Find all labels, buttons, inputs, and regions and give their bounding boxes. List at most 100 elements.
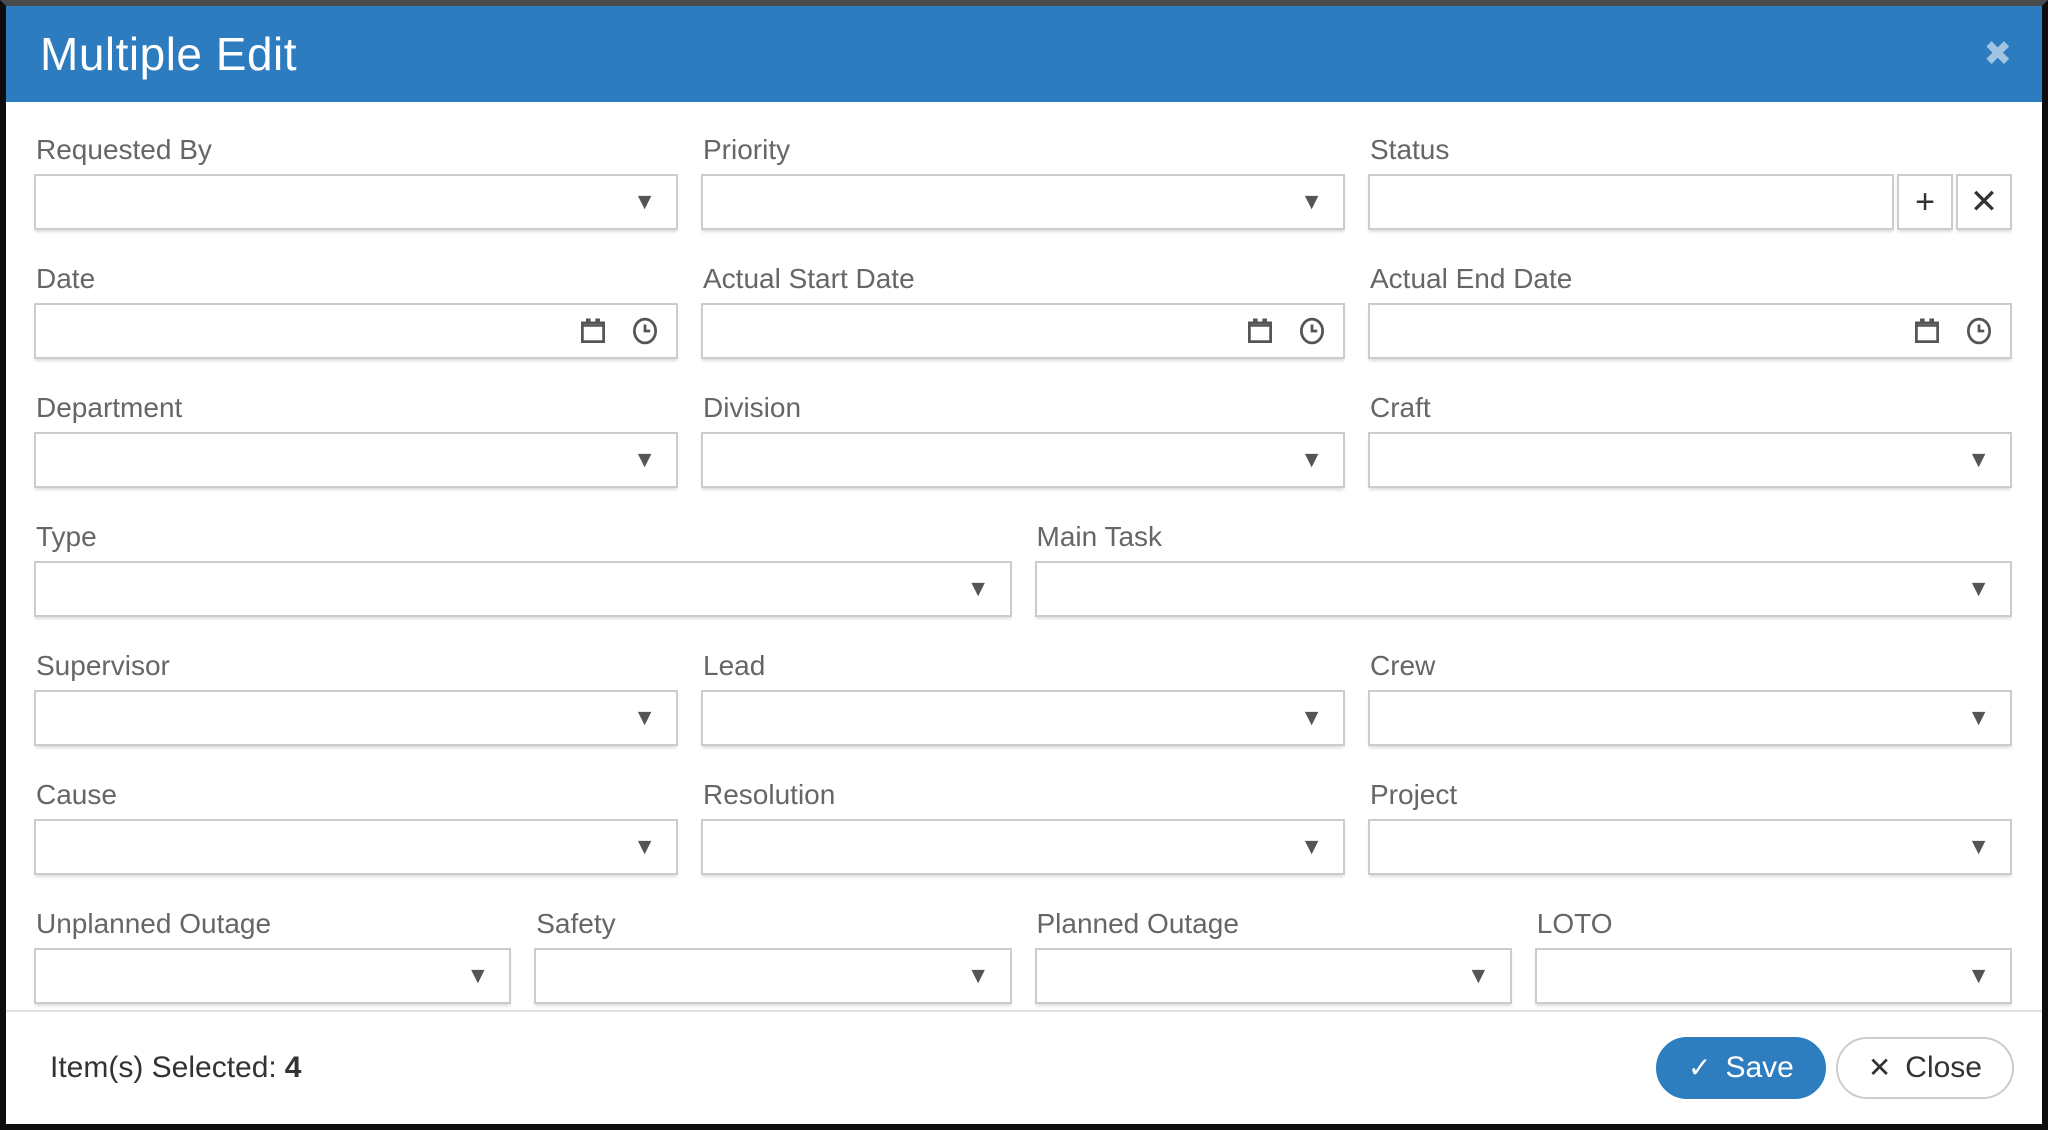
clock-icon[interactable] [1964,316,1994,346]
lead-label: Lead [703,650,766,681]
field-crew: Crew ▼ [1368,650,2012,746]
field-actual-start-date: Actual Start Date [701,263,1345,359]
lead-dropdown[interactable]: ▼ [701,690,1345,746]
dialog-header: Multiple Edit ✖ [6,6,2042,102]
requested-by-label: Requested By [36,134,212,165]
chevron-down-icon: ▼ [466,962,490,989]
field-main-task: Main Task ▼ [1034,521,2012,617]
crew-dropdown[interactable]: ▼ [1368,690,2012,746]
status-label: Status [1370,134,1450,165]
clock-icon[interactable] [630,316,660,346]
calendar-icon[interactable] [1912,316,1942,346]
cause-dropdown[interactable]: ▼ [34,819,678,875]
save-button-label: Save [1725,1051,1794,1084]
priority-label: Priority [703,134,791,165]
actual-start-date-label: Actual Start Date [703,263,915,294]
clock-icon[interactable] [1297,316,1327,346]
resolution-dropdown[interactable]: ▼ [701,819,1345,875]
chevron-down-icon: ▼ [633,704,656,731]
supervisor-dropdown[interactable]: ▼ [34,690,678,746]
loto-label: LOTO [1536,908,1613,939]
cause-label: Cause [36,779,117,810]
loto-dropdown[interactable]: ▼ [1534,948,2012,1004]
field-craft: Craft ▼ [1368,392,2012,488]
check-icon: ✓ [1687,1052,1712,1083]
field-date: Date [34,263,678,359]
field-safety: Safety ▼ [534,908,1012,1004]
supervisor-label: Supervisor [36,650,170,681]
field-requested-by: Requested By ▼ [34,134,678,230]
field-type: Type ▼ [34,521,1012,617]
plus-icon: + [1915,183,1935,221]
chevron-down-icon: ▼ [1300,188,1323,215]
chevron-down-icon: ▼ [1967,575,1990,602]
chevron-down-icon: ▼ [633,833,656,860]
field-cause: Cause ▼ [34,779,678,875]
chevron-down-icon: ▼ [1967,446,1990,473]
dialog-body: Requested By ▼ Priority ▼ Status + ✕ Dat… [6,102,2042,1010]
close-button[interactable]: ✕ Close [1835,1037,2014,1099]
items-selected-text: Item(s) Selected: 4 [50,1051,301,1085]
save-button[interactable]: ✓ Save [1655,1037,1826,1099]
field-division: Division ▼ [701,392,1345,488]
safety-dropdown[interactable]: ▼ [534,948,1012,1004]
department-label: Department [36,392,183,423]
close-button-label: Close [1905,1051,1982,1084]
chevron-down-icon: ▼ [1300,833,1323,860]
field-supervisor: Supervisor ▼ [34,650,678,746]
field-lead: Lead ▼ [701,650,1345,746]
main-task-dropdown[interactable]: ▼ [1034,561,2012,617]
main-task-label: Main Task [1036,521,1163,552]
unplanned-outage-label: Unplanned Outage [36,908,272,939]
division-label: Division [703,392,802,423]
chevron-down-icon: ▼ [1967,704,1990,731]
craft-label: Craft [1370,392,1431,423]
type-label: Type [36,521,97,552]
field-status: Status + ✕ [1368,134,2012,230]
dialog-title: Multiple Edit [40,28,298,80]
field-loto: LOTO ▼ [1534,908,2012,1004]
chevron-down-icon: ▼ [1300,446,1323,473]
planned-outage-label: Planned Outage [1036,908,1239,939]
date-input[interactable] [34,303,678,359]
field-resolution: Resolution ▼ [701,779,1345,875]
close-icon: ✕ [1867,1052,1892,1083]
planned-outage-dropdown[interactable]: ▼ [1034,948,1512,1004]
requested-by-dropdown[interactable]: ▼ [34,174,678,230]
close-icon[interactable]: ✖ [1984,37,2013,71]
multiple-edit-dialog: Multiple Edit ✖ Requested By ▼ Priority … [0,0,2048,1130]
field-project: Project ▼ [1368,779,2012,875]
crew-label: Crew [1370,650,1436,681]
unplanned-outage-dropdown[interactable]: ▼ [34,948,512,1004]
status-input[interactable] [1368,174,1894,230]
project-dropdown[interactable]: ▼ [1368,819,2012,875]
chevron-down-icon: ▼ [1967,833,1990,860]
craft-dropdown[interactable]: ▼ [1368,432,2012,488]
division-dropdown[interactable]: ▼ [701,432,1345,488]
field-department: Department ▼ [34,392,678,488]
type-dropdown[interactable]: ▼ [34,561,1012,617]
field-unplanned-outage: Unplanned Outage ▼ [34,908,512,1004]
actual-end-date-label: Actual End Date [1370,263,1573,294]
priority-dropdown[interactable]: ▼ [701,174,1345,230]
safety-label: Safety [536,908,616,939]
status-clear-button[interactable]: ✕ [1956,174,2012,230]
actual-start-date-input[interactable] [701,303,1345,359]
chevron-down-icon: ▼ [966,575,990,602]
actual-end-date-input[interactable] [1368,303,2012,359]
department-dropdown[interactable]: ▼ [34,432,678,488]
field-priority: Priority ▼ [701,134,1345,230]
calendar-icon[interactable] [1245,316,1275,346]
status-add-button[interactable]: + [1897,174,1953,230]
chevron-down-icon: ▼ [966,962,990,989]
calendar-icon[interactable] [578,316,608,346]
field-actual-end-date: Actual End Date [1368,263,2012,359]
field-planned-outage: Planned Outage ▼ [1034,908,1512,1004]
dialog-footer: Item(s) Selected: 4 ✓ Save ✕ Close [6,1010,2042,1124]
project-label: Project [1370,779,1458,810]
items-selected-label: Item(s) Selected: [50,1051,277,1084]
date-label: Date [36,263,96,294]
chevron-down-icon: ▼ [1300,704,1323,731]
chevron-down-icon: ▼ [1967,962,1990,989]
items-selected-count: 4 [284,1051,302,1084]
